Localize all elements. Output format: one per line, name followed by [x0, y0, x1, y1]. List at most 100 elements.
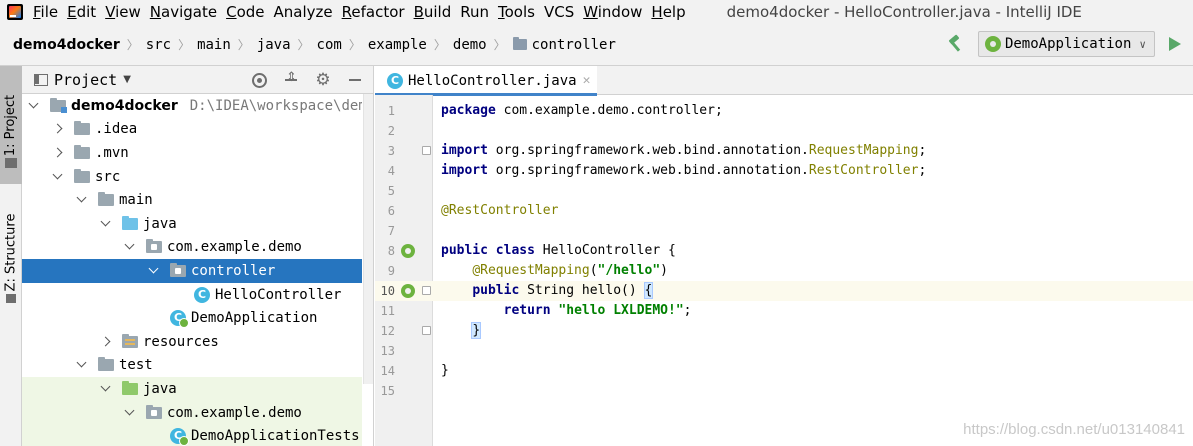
code-token: public: [472, 283, 520, 298]
run-play-icon[interactable]: [1169, 37, 1181, 51]
tree-item[interactable]: C HelloController: [22, 283, 362, 307]
tree-item-label: com.example.demo: [167, 239, 302, 256]
code-area[interactable]: package com.example.demo.controller; impo…: [433, 95, 1193, 446]
close-icon[interactable]: ✕: [583, 73, 591, 88]
menu-item-run[interactable]: Run: [460, 3, 489, 21]
breadcrumb-item[interactable]: demo4docker: [13, 37, 120, 53]
code-line: @RestController: [433, 201, 1193, 221]
breadcrumb-item[interactable]: java: [257, 37, 291, 53]
tree-item-label: controller: [191, 262, 276, 279]
tree-item[interactable]: test: [22, 354, 362, 378]
spring-bean-gutter-icon[interactable]: [401, 244, 415, 258]
caret-down-icon[interactable]: ▼: [123, 74, 131, 85]
structure-tool-icon: [6, 294, 16, 303]
chevron-right-icon[interactable]: [100, 336, 112, 348]
tree-item-label: .mvn: [95, 144, 129, 161]
code-token: }: [471, 322, 482, 339]
menu-item-refactor[interactable]: Refactor: [342, 3, 405, 21]
project-tree-scrollbar[interactable]: [363, 94, 373, 384]
menu-label: avigate: [161, 3, 218, 21]
breadcrumb-item[interactable]: src: [146, 37, 171, 53]
tree-item[interactable]: C DemoApplication: [22, 306, 362, 330]
chevron-down-icon[interactable]: [100, 383, 112, 395]
editor-tab-bar: C HelloController.java ✕: [375, 66, 1193, 96]
menu-item-file[interactable]: File: [33, 3, 58, 21]
menu-item-window[interactable]: Window: [583, 3, 642, 21]
code-line: }: [433, 321, 1193, 341]
menu-label: elp: [662, 3, 686, 21]
chevron-down-icon[interactable]: [52, 171, 64, 183]
chevron-down-icon[interactable]: [148, 265, 160, 277]
tree-item[interactable]: C DemoApplicationTests: [22, 424, 362, 446]
code-line: public String hello() {: [433, 281, 1193, 301]
code-token: {: [643, 282, 654, 299]
menu-item-view[interactable]: View: [105, 3, 141, 21]
breadcrumb-item[interactable]: demo: [453, 37, 487, 53]
build-hammer-icon[interactable]: [946, 35, 964, 53]
chevron-down-icon[interactable]: [100, 218, 112, 230]
tree-item-label: test: [119, 357, 153, 374]
tree-item[interactable]: demo4docker D:\IDEA\workspace\demo4docker: [22, 94, 362, 118]
tree-item[interactable]: main: [22, 188, 362, 212]
fold-marker-icon[interactable]: [422, 286, 431, 295]
line-number: 8: [387, 244, 395, 258]
tree-item[interactable]: java: [22, 212, 362, 236]
menu-mnemonic: F: [33, 3, 41, 21]
chevron-right-icon[interactable]: [52, 147, 64, 159]
locate-file-button[interactable]: [249, 70, 269, 90]
chevron-down-icon[interactable]: [124, 241, 136, 253]
editor-tab-hellocontroller[interactable]: C HelloController.java ✕: [375, 66, 597, 96]
spring-mapping-gutter-icon[interactable]: [401, 284, 415, 298]
chevron-down-icon[interactable]: [76, 359, 88, 371]
menu-item-help[interactable]: Help: [651, 3, 685, 21]
hide-panel-button[interactable]: [345, 70, 365, 90]
collapse-all-button[interactable]: [281, 70, 301, 90]
fold-marker-icon[interactable]: [422, 326, 431, 335]
menu-item-analyze[interactable]: Analyze: [274, 3, 333, 21]
chevron-down-icon[interactable]: [124, 407, 136, 419]
editor-gutter: 1 2 3 4 5 6 7 8 9 10 11 12 13 14 15: [375, 95, 433, 446]
code-token: (: [589, 263, 598, 278]
menu-label: indow: [597, 3, 643, 21]
code-line: import org.springframework.web.bind.anno…: [433, 161, 1193, 181]
tree-item[interactable]: com.example.demo: [22, 236, 362, 260]
tree-item[interactable]: src: [22, 165, 362, 189]
minimize-icon: [349, 79, 361, 81]
menu-item-build[interactable]: Build: [414, 3, 452, 21]
fold-marker-icon[interactable]: [422, 146, 431, 155]
menu-item-navigate[interactable]: Navigate: [150, 3, 217, 21]
breadcrumb-item[interactable]: controller: [532, 37, 616, 53]
tree-item[interactable]: com.example.demo: [22, 400, 362, 425]
menu-item-vcs[interactable]: VCS: [544, 3, 574, 21]
window-title: demo4docker - HelloController.java - Int…: [726, 3, 1082, 21]
line-number: 11: [380, 304, 395, 318]
tree-item[interactable]: resources: [22, 330, 362, 354]
breadcrumb-item[interactable]: com: [317, 37, 342, 53]
tree-item[interactable]: controller: [22, 259, 362, 283]
menu-item-edit[interactable]: Edit: [67, 3, 96, 21]
project-panel-title[interactable]: Project: [54, 71, 117, 89]
line-number: 1: [387, 104, 395, 118]
chevron-right-icon[interactable]: [52, 123, 64, 135]
menu-item-code[interactable]: Code: [226, 3, 264, 21]
settings-button[interactable]: ⚙: [313, 70, 333, 90]
breadcrumb-item[interactable]: main: [197, 37, 231, 53]
breadcrumb-item[interactable]: example: [368, 37, 427, 53]
tree-item-label: java: [143, 380, 177, 397]
tree-item[interactable]: java: [22, 377, 362, 401]
menu-item-tools[interactable]: Tools: [498, 3, 535, 21]
class-icon: C: [194, 286, 210, 303]
run-configuration-dropdown[interactable]: DemoApplication ∨: [977, 31, 1155, 57]
tree-item[interactable]: .idea: [22, 118, 362, 142]
spring-class-icon: C: [170, 310, 189, 329]
chevron-down-icon[interactable]: [28, 100, 40, 112]
code-line-text: @RestController: [441, 201, 558, 221]
chevron-down-icon[interactable]: [76, 194, 88, 206]
tree-item[interactable]: .mvn: [22, 141, 362, 165]
code-token: HelloController {: [534, 243, 676, 258]
code-line-text: import org.springframework.web.bind.anno…: [441, 141, 926, 161]
package-icon: [170, 262, 186, 277]
